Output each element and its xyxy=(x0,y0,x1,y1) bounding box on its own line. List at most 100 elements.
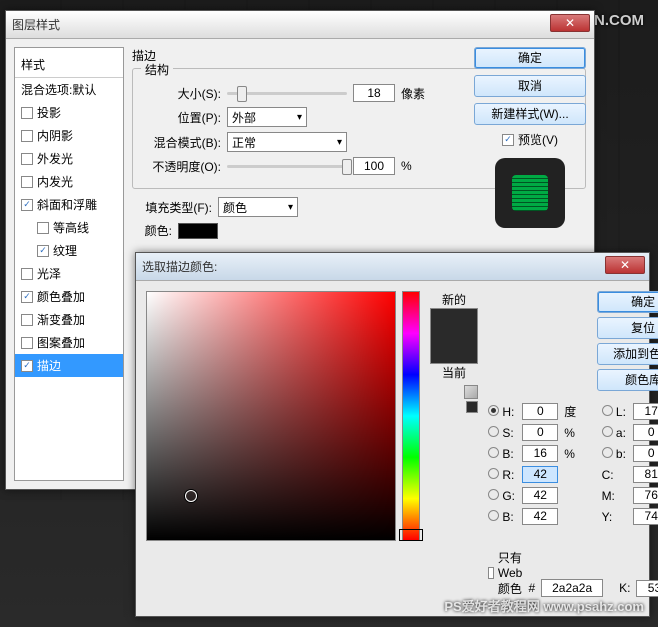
a-input[interactable]: 0 xyxy=(633,424,658,441)
g-input[interactable]: 42 xyxy=(522,487,558,504)
window-title: 图层样式 xyxy=(12,16,60,33)
sidebar-item-label: 投影 xyxy=(37,104,61,121)
sidebar-item-label: 内阴影 xyxy=(37,127,73,144)
checkbox[interactable] xyxy=(37,222,49,234)
close-icon[interactable]: ✕ xyxy=(550,14,590,32)
sidebar-item-label: 等高线 xyxy=(53,219,89,236)
l-input[interactable]: 17 xyxy=(633,403,658,420)
hex-label: # xyxy=(528,581,535,595)
sidebar-item[interactable]: 渐变叠加 xyxy=(15,308,123,331)
sidebar-item[interactable]: 颜色叠加 xyxy=(15,285,123,308)
newstyle-button[interactable]: 新建样式(W)... xyxy=(474,103,586,125)
m-input[interactable]: 76 xyxy=(633,487,658,504)
size-unit: 像素 xyxy=(401,85,425,102)
sidebar-item-label: 颜色叠加 xyxy=(37,288,85,305)
position-label: 位置(P): xyxy=(141,109,221,126)
c-input[interactable]: 81 xyxy=(633,466,658,483)
blend-options[interactable]: 混合选项:默认 xyxy=(15,78,123,101)
size-slider[interactable] xyxy=(227,92,347,95)
bb-input[interactable]: 42 xyxy=(522,508,558,525)
sidebar-item[interactable]: 描边 xyxy=(15,354,123,377)
b-input[interactable]: 16 xyxy=(522,445,558,462)
styles-sidebar: 样式 混合选项:默认 投影内阴影外发光内发光斜面和浮雕等高线纹理光泽颜色叠加渐变… xyxy=(14,47,124,481)
sidebar-item-label: 纹理 xyxy=(53,242,77,259)
size-input[interactable]: 18 xyxy=(353,84,395,102)
titlebar[interactable]: 选取描边颜色: ✕ xyxy=(136,253,649,281)
sidebar-item-label: 渐变叠加 xyxy=(37,311,85,328)
close-icon[interactable]: ✕ xyxy=(605,256,645,274)
sidebar-item-label: 光泽 xyxy=(37,265,61,282)
reset-button[interactable]: 复位 xyxy=(597,317,658,339)
checkbox[interactable] xyxy=(37,245,49,257)
checkbox[interactable] xyxy=(21,153,33,165)
s-radio[interactable] xyxy=(488,426,499,437)
webonly-label: 只有 Web 颜色 xyxy=(498,549,529,597)
cancel-button[interactable]: 取消 xyxy=(474,75,586,97)
add-swatch-button[interactable]: 添加到色板 xyxy=(597,343,658,365)
webonly-checkbox[interactable] xyxy=(488,567,494,579)
k-input[interactable]: 53 xyxy=(636,580,658,597)
checkbox[interactable] xyxy=(21,291,33,303)
sidebar-item[interactable]: 等高线 xyxy=(15,216,123,239)
preview-label: 预览(V) xyxy=(518,131,558,148)
b2-radio[interactable] xyxy=(602,447,613,458)
filltype-label: 填充类型(F): xyxy=(132,199,212,216)
sidebar-item-label: 斜面和浮雕 xyxy=(37,196,97,213)
opacity-input[interactable]: 100 xyxy=(353,157,395,175)
hex-input[interactable]: 2a2a2a xyxy=(541,579,603,597)
bb-radio[interactable] xyxy=(488,510,499,521)
checkbox[interactable] xyxy=(21,130,33,142)
filltype-combo[interactable]: 颜色 xyxy=(218,197,298,217)
sidebar-item-label: 内发光 xyxy=(37,173,73,190)
sidebar-item[interactable]: 内发光 xyxy=(15,170,123,193)
cube-icon[interactable] xyxy=(464,385,478,399)
group-title: 结构 xyxy=(141,61,173,78)
sidebar-header: 样式 xyxy=(15,52,123,78)
s-input[interactable]: 0 xyxy=(522,424,558,441)
saturation-value-field[interactable] xyxy=(146,291,396,541)
sidebar-item[interactable]: 斜面和浮雕 xyxy=(15,193,123,216)
ok-button[interactable]: 确定 xyxy=(597,291,658,313)
color-lib-button[interactable]: 颜色库 xyxy=(597,369,658,391)
g-radio[interactable] xyxy=(488,489,499,500)
sidebar-item[interactable]: 光泽 xyxy=(15,262,123,285)
b-radio[interactable] xyxy=(488,447,499,458)
position-combo[interactable]: 外部 xyxy=(227,107,307,127)
y-input[interactable]: 74 xyxy=(633,508,658,525)
sidebar-item[interactable]: 纹理 xyxy=(15,239,123,262)
sidebar-item[interactable]: 内阴影 xyxy=(15,124,123,147)
r-input[interactable]: 42 xyxy=(522,466,558,483)
color-values: H:0度 L:17 S:0% a:0 B:16% b:0 R:42 C:81% … xyxy=(488,403,658,525)
current-label: 当前 xyxy=(442,364,466,381)
checkbox[interactable] xyxy=(21,199,33,211)
a-radio[interactable] xyxy=(602,426,613,437)
color-swatch[interactable] xyxy=(178,223,218,239)
checkbox[interactable] xyxy=(21,337,33,349)
size-label: 大小(S): xyxy=(141,85,221,102)
preview-thumbnail xyxy=(495,158,565,228)
sidebar-item[interactable]: 投影 xyxy=(15,101,123,124)
opacity-slider[interactable] xyxy=(227,165,347,168)
sidebar-item[interactable]: 图案叠加 xyxy=(15,331,123,354)
tiny-swatch xyxy=(466,401,478,413)
checkbox[interactable] xyxy=(21,107,33,119)
r-radio[interactable] xyxy=(488,468,499,479)
checkbox[interactable] xyxy=(21,176,33,188)
sidebar-item-label: 外发光 xyxy=(37,150,73,167)
l-radio[interactable] xyxy=(602,405,613,416)
checkbox[interactable] xyxy=(21,268,33,280)
new-label: 新的 xyxy=(442,291,466,308)
titlebar[interactable]: 图层样式 ✕ xyxy=(6,11,594,39)
blendmode-label: 混合模式(B): xyxy=(141,134,221,151)
b2-input[interactable]: 0 xyxy=(633,445,658,462)
sidebar-item[interactable]: 外发光 xyxy=(15,147,123,170)
preview-checkbox[interactable] xyxy=(502,134,514,146)
h-input[interactable]: 0 xyxy=(522,403,558,420)
hue-slider[interactable] xyxy=(402,291,420,541)
ok-button[interactable]: 确定 xyxy=(474,47,586,69)
blendmode-combo[interactable]: 正常 xyxy=(227,132,347,152)
checkbox[interactable] xyxy=(21,360,33,372)
h-radio[interactable] xyxy=(488,405,499,416)
opacity-unit: % xyxy=(401,159,412,173)
checkbox[interactable] xyxy=(21,314,33,326)
